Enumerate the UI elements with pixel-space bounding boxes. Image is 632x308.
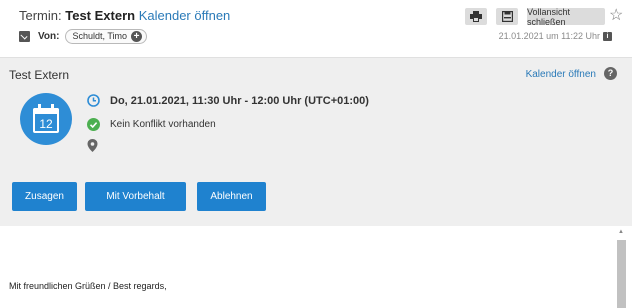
scrollbar-thumb[interactable] [617,240,626,308]
date-text: 21.01.2021 um 11:22 Uhr [498,31,600,41]
clock-icon [87,94,100,107]
calendar-badge: 12 [20,93,72,145]
close-fullview-button[interactable]: Vollansicht schließen [527,7,605,27]
from-line: Von: Schuldt, Timo + [19,28,148,44]
invitation-title: Test Extern [9,68,70,82]
save-icon [501,11,513,22]
sender-name: Schuldt, Timo [72,31,128,41]
mail-header: Termin: Test Extern Kalender öffnen Von:… [0,0,632,50]
from-label: Von: [38,30,60,42]
decline-button[interactable]: Ablehnen [197,182,266,211]
mail-date: 21.01.2021 um 11:22 Uhr i [499,31,612,41]
calendar-icon: 12 [33,104,59,133]
mail-subject: Test Extern [65,8,136,23]
save-button[interactable] [496,8,518,25]
star-icon[interactable]: ☆ [609,5,623,25]
invitation-panel: Test Extern Kalender öffnen ? 12 Do, 21.… [0,57,632,227]
location-row [87,139,108,152]
greeting-text: Mit freundlichen Grüßen / Best regards, [9,281,167,291]
scroll-up-icon[interactable]: ▲ [618,229,624,235]
check-circle-icon [87,118,100,131]
help-icon[interactable]: ? [604,67,617,80]
datetime-row: Do, 21.01.2021, 11:30 Uhr - 12:00 Uhr (U… [87,94,369,107]
sender-chip[interactable]: Schuldt, Timo + [65,28,148,44]
print-icon [470,11,482,22]
calendar-day: 12 [39,117,53,131]
title-prefix: Termin: [19,8,62,23]
print-button[interactable] [465,8,487,25]
mail-title: Termin: Test Extern Kalender öffnen [19,8,230,23]
tentative-button[interactable]: Mit Vorbehalt [85,182,186,211]
location-pin-icon [87,139,98,152]
info-icon[interactable]: i [603,31,612,41]
add-contact-icon[interactable]: + [131,30,143,42]
conflict-text: Kein Konflikt vorhanden [110,119,216,130]
collapse-icon[interactable] [19,30,30,42]
accept-button[interactable]: Zusagen [12,182,77,211]
datetime-text: Do, 21.01.2021, 11:30 Uhr - 12:00 Uhr (U… [110,94,369,107]
conflict-row: Kein Konflikt vorhanden [87,118,216,131]
mail-body: Mit freundlichen Grüßen / Best regards, … [0,226,632,308]
panel-open-calendar-link[interactable]: Kalender öffnen [526,69,596,80]
open-calendar-link[interactable]: Kalender öffnen [139,8,231,23]
